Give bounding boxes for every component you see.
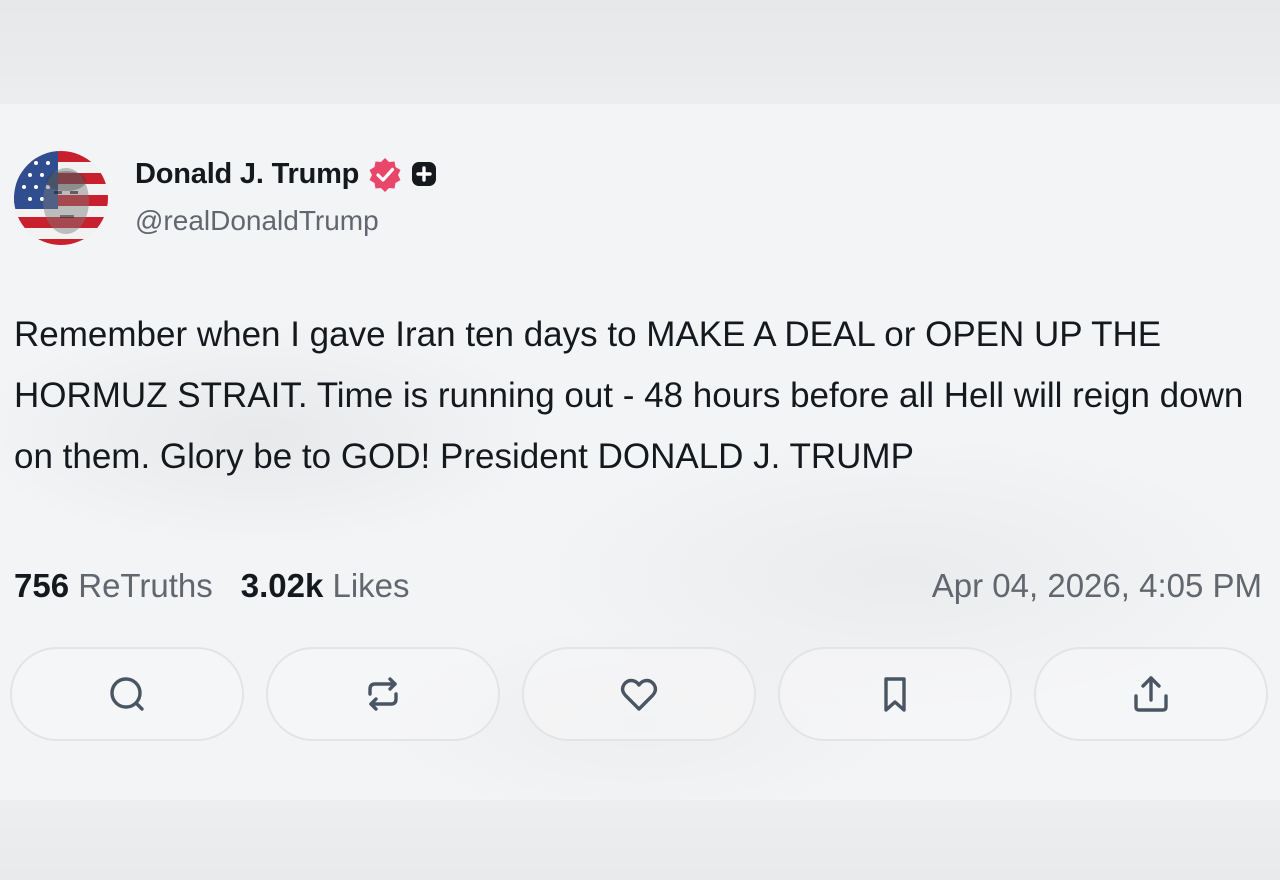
post-stats: 756 ReTruths 3.02k Likes bbox=[14, 567, 410, 605]
post-timestamp[interactable]: Apr 04, 2026, 4:05 PM bbox=[932, 567, 1262, 605]
comment-icon bbox=[110, 677, 144, 711]
plus-square-icon bbox=[412, 162, 437, 186]
likes-label: Likes bbox=[332, 567, 410, 604]
verified-badge-icon bbox=[369, 158, 401, 192]
avatar-flag-portrait-image bbox=[14, 151, 108, 245]
retruths-label: ReTruths bbox=[78, 567, 213, 604]
reply-button[interactable] bbox=[10, 647, 244, 741]
avatar[interactable] bbox=[14, 151, 108, 245]
retruths-stat[interactable]: 756 ReTruths bbox=[14, 567, 213, 605]
heart-icon bbox=[620, 678, 658, 711]
bookmark-icon bbox=[884, 677, 906, 712]
like-button[interactable] bbox=[522, 647, 756, 741]
post-text: Remember when I gave Iran ten days to MA… bbox=[14, 315, 1244, 476]
bottom-background-band bbox=[0, 800, 1280, 880]
likes-count: 3.02k bbox=[240, 567, 324, 604]
post-card: Donald J. Trump @realDonaldTrump Remembe… bbox=[0, 104, 1280, 800]
bookmark-button[interactable] bbox=[778, 647, 1012, 741]
top-background-band bbox=[0, 0, 1280, 104]
retruths-count: 756 bbox=[14, 567, 70, 604]
author-handle[interactable]: @realDonaldTrump bbox=[135, 205, 379, 237]
repost-icon bbox=[368, 677, 398, 711]
share-button[interactable] bbox=[1034, 647, 1268, 741]
retruth-button[interactable] bbox=[266, 647, 500, 741]
author-display-name[interactable]: Donald J. Trump bbox=[135, 158, 359, 191]
post-action-bar bbox=[10, 647, 1270, 743]
likes-stat[interactable]: 3.02k Likes bbox=[241, 567, 410, 605]
author-name-row: Donald J. Trump bbox=[135, 154, 437, 194]
share-upload-icon bbox=[1134, 676, 1168, 712]
